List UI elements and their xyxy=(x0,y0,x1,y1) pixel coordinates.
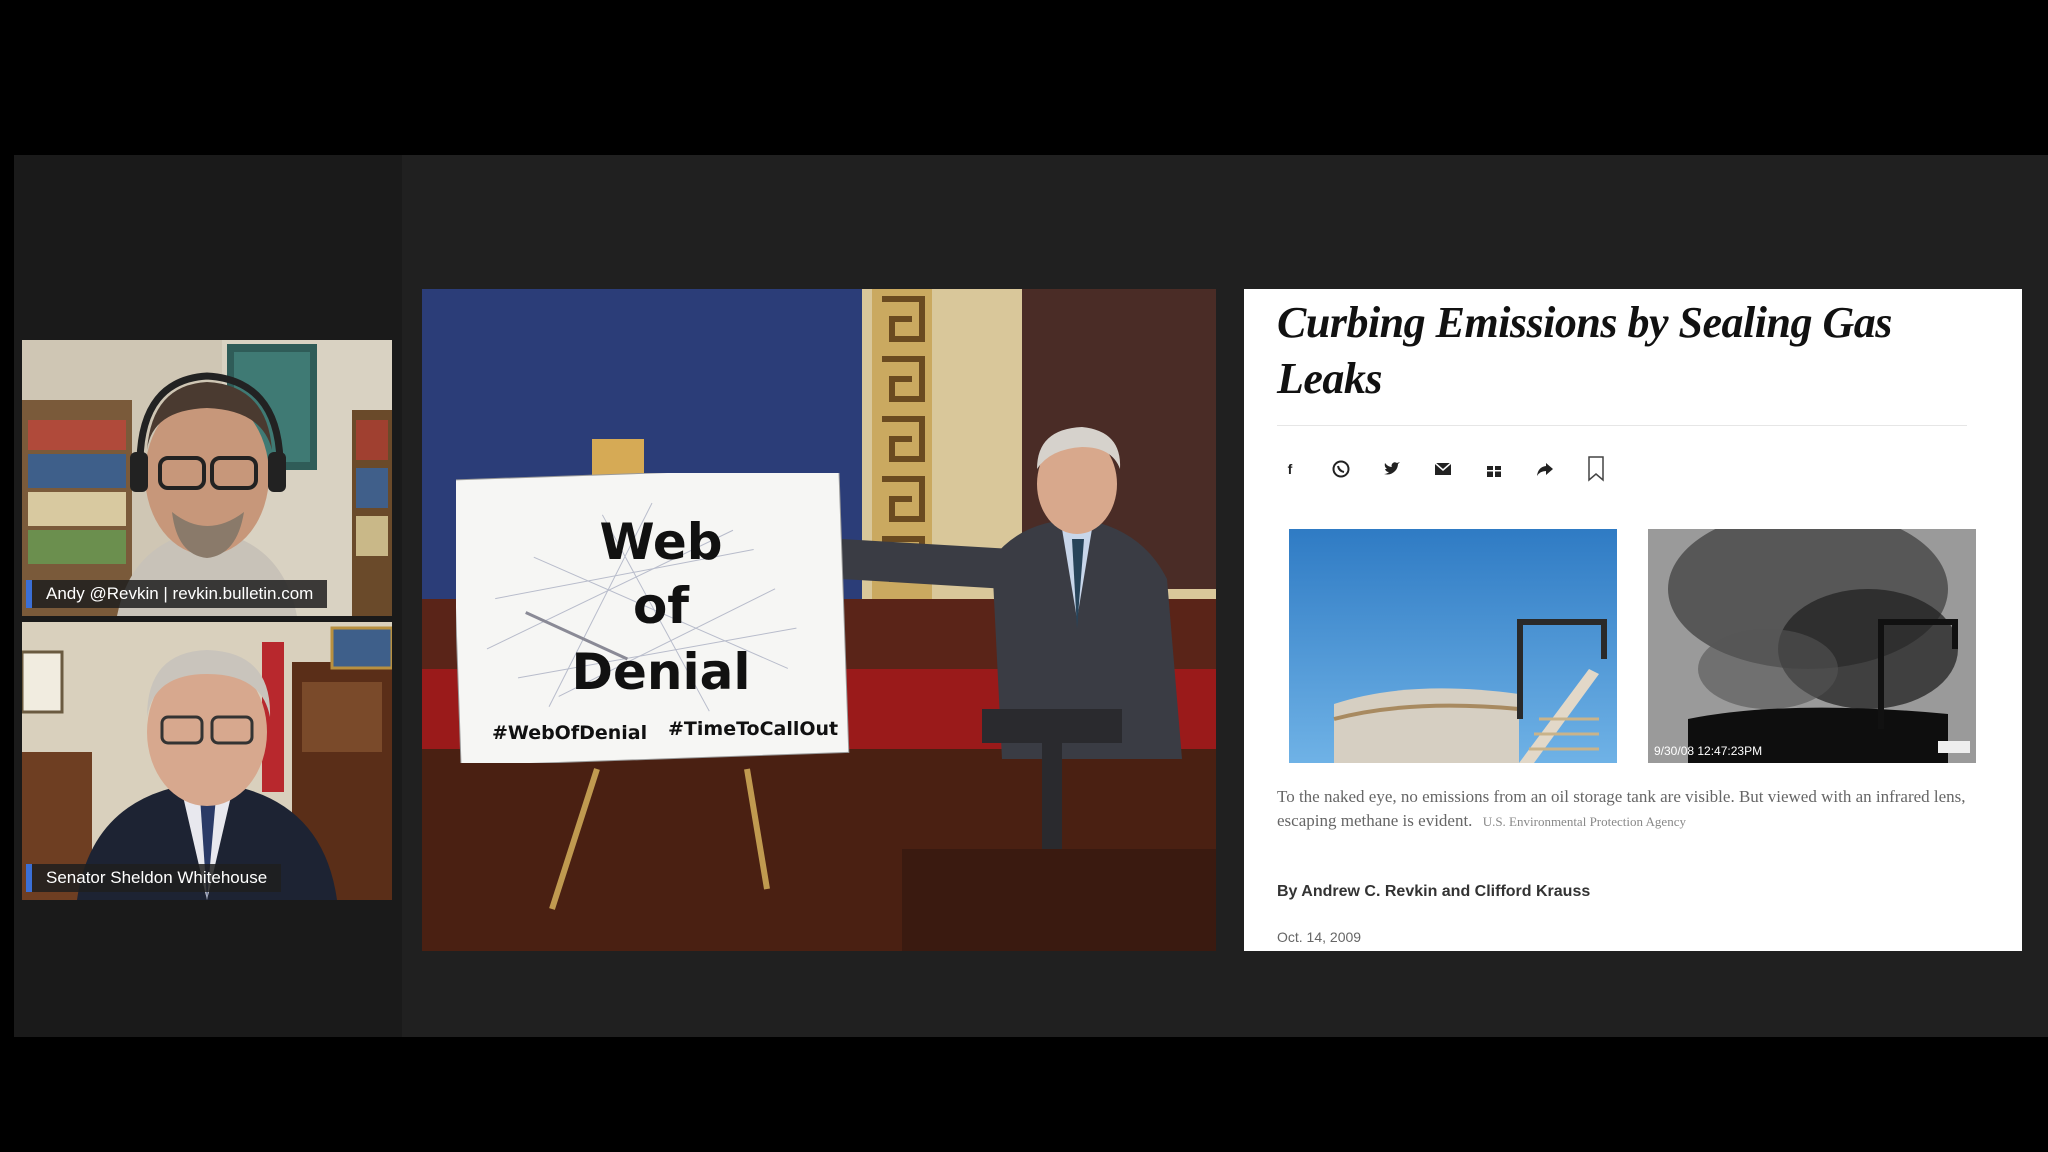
facebook-icon[interactable]: f xyxy=(1277,456,1303,482)
sign-hashtag-1: #WebOfDenial xyxy=(492,722,647,744)
bookmark-icon[interactable] xyxy=(1583,456,1609,482)
twitter-icon[interactable] xyxy=(1379,456,1405,482)
infrared-timestamp: 9/30/08 12:47:23PM xyxy=(1654,744,1762,758)
web-of-denial-sign: Web of Denial #WebOfDenial #TimeToCallOu… xyxy=(456,473,850,763)
article-byline: By Andrew C. Revkin and Clifford Krauss xyxy=(1277,883,1591,900)
article-date: Oct. 14, 2009 xyxy=(1277,929,1362,945)
share-icon[interactable] xyxy=(1532,456,1558,482)
sign-title-line1: Web xyxy=(599,513,722,571)
shared-video-senate-floor: Web of Denial #WebOfDenial #TimeToCallOu… xyxy=(422,289,1216,951)
participant-tile-andy[interactable]: Andy @Revkin | revkin.bulletin.com xyxy=(22,340,392,616)
participant-tile-whitehouse[interactable]: Senator Sheldon Whitehouse xyxy=(22,622,392,900)
article-headline: Curbing Emissions by Sealing Gas Leaks xyxy=(1277,298,1892,403)
caption-credit: U.S. Environmental Protection Agency xyxy=(1482,814,1686,829)
sign-title-line3: Denial xyxy=(571,643,750,701)
participant-video-andy xyxy=(22,340,392,616)
whatsapp-icon[interactable] xyxy=(1328,456,1354,482)
email-icon[interactable] xyxy=(1430,456,1456,482)
article-photo-visible xyxy=(1289,529,1617,763)
sign-title-line2: of xyxy=(633,577,690,635)
article-photo-infrared: 9/30/08 12:47:23PM xyxy=(1648,529,1976,763)
share-toolbar: f xyxy=(1277,451,1634,487)
photo-caption: To the naked eye, no emissions from an o… xyxy=(1277,785,1997,834)
participant-name-andy: Andy @Revkin | revkin.bulletin.com xyxy=(26,580,328,608)
sign-hashtag-2: #TimeToCallOut xyxy=(668,718,838,740)
headline-divider xyxy=(1277,425,1967,426)
participant-name-whitehouse: Senator Sheldon Whitehouse xyxy=(26,864,282,892)
participant-video-whitehouse xyxy=(22,622,392,900)
gift-icon[interactable] xyxy=(1481,456,1507,482)
shared-article-nyt: Curbing Emissions by Sealing Gas Leaks f xyxy=(1244,289,2022,951)
